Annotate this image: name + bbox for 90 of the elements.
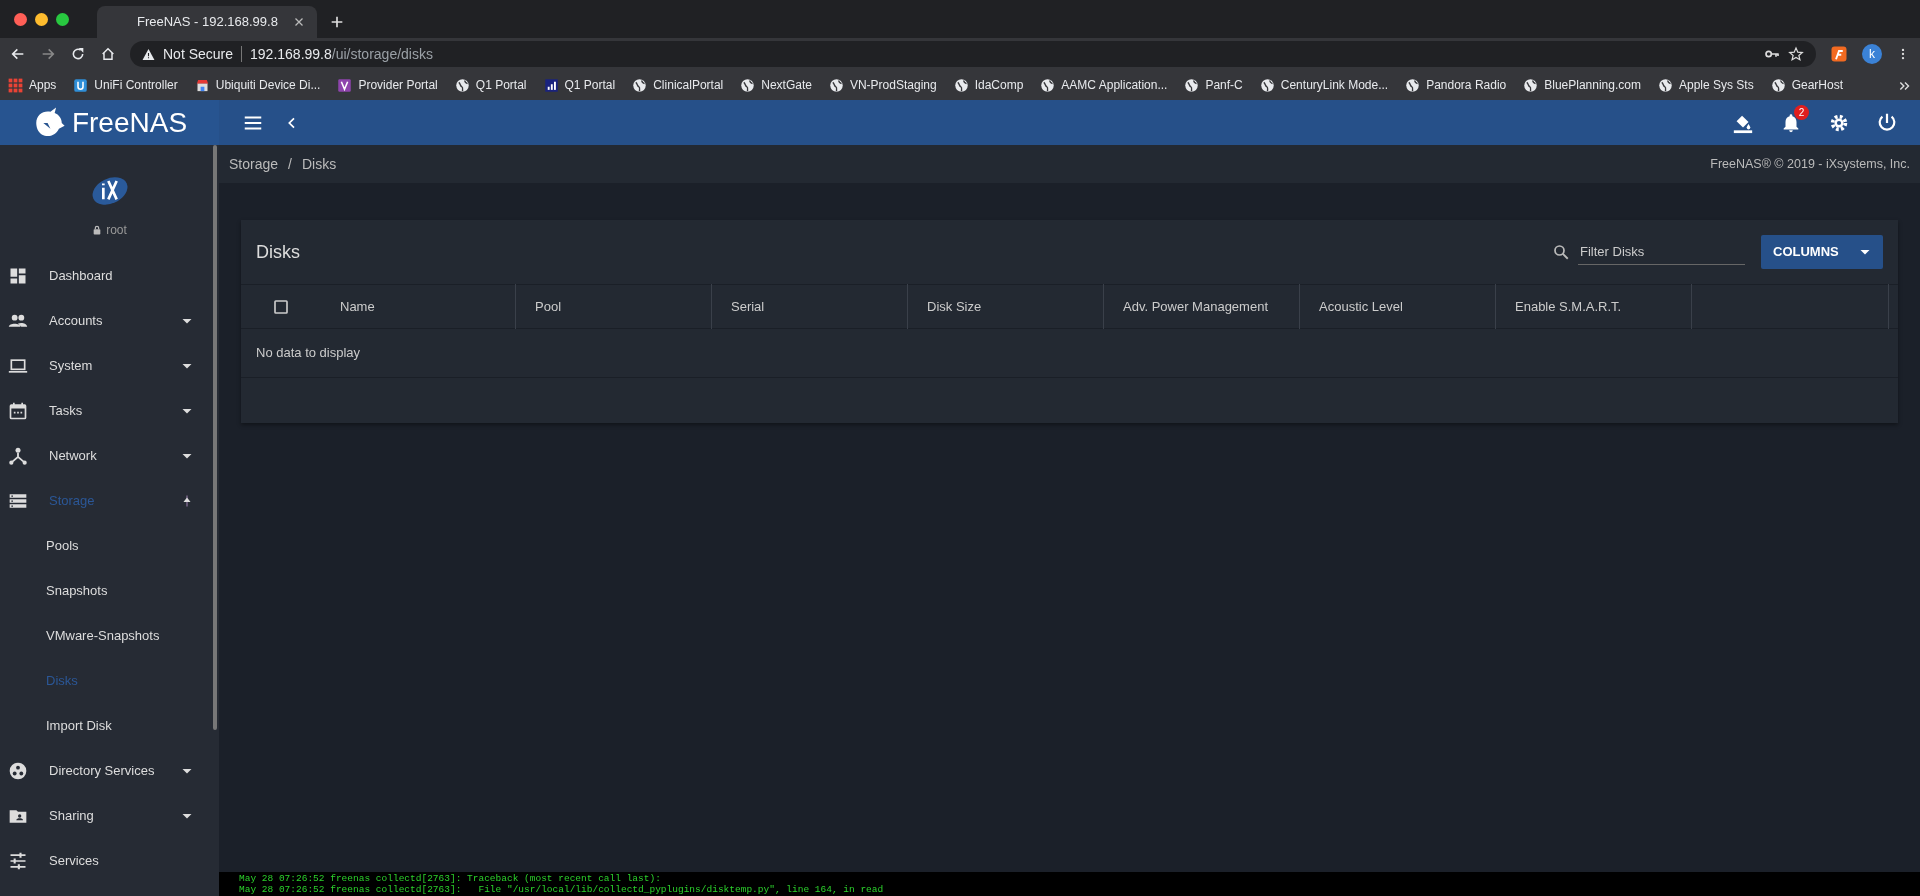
bookmark-link[interactable]: IdaComp [953,76,1024,94]
browser-tab[interactable]: FreeNAS - 192.168.99.8 [97,6,317,38]
home-icon[interactable] [100,46,116,62]
breadcrumb-separator: / [288,154,292,174]
window-minimize-button[interactable] [35,12,48,26]
u-logo-icon [73,77,89,93]
globe-icon [1770,77,1786,93]
search-icon [1552,243,1570,261]
url-text: 192.168.99.8/ui/storage/disks [250,44,433,64]
forward-icon[interactable] [40,46,56,62]
bookmark-link[interactable]: CenturyLink Mode... [1259,76,1389,94]
address-bar[interactable]: Not Secure 192.168.99.8/ui/storage/disks [130,41,1816,67]
sidebar-item[interactable]: Sharing [0,793,205,838]
sliders-icon [8,850,28,871]
username: root [106,222,127,239]
sidebar-item[interactable]: Accounts [0,298,205,343]
bookmark-link[interactable]: UniFi Controller [73,76,178,94]
apps-grid-icon [8,77,23,93]
bookmark-link[interactable]: GearHost [1770,76,1844,94]
filter-field[interactable]: Filter Disks [1578,239,1745,265]
bookmark-link[interactable]: Apps [8,76,57,94]
globe-icon [1657,77,1673,93]
store-icon [194,77,210,93]
globe-icon [1259,77,1275,93]
close-icon[interactable] [293,16,305,28]
column-header[interactable]: Name [321,284,516,329]
lock-icon [92,225,103,235]
warning-icon [142,47,155,61]
tab-title: FreeNAS - 192.168.99.8 [137,13,278,32]
globe-icon [953,77,969,93]
sidebar-item[interactable]: Directory Services [0,748,205,793]
globe-icon [828,77,844,93]
bookmark-link[interactable]: AAMC Application... [1040,76,1168,94]
profile-avatar[interactable]: k [1862,44,1882,64]
back-icon[interactable] [10,46,26,62]
bookmark-link[interactable]: BluePlanning.com [1523,76,1641,94]
bookmark-link[interactable]: Q1 Portal [543,76,616,94]
column-header[interactable]: Enable S.M.A.R.T. [1496,284,1692,329]
security-label: Not Secure [163,44,234,64]
window-maximize-button[interactable] [56,12,69,26]
new-tab-icon[interactable] [329,14,345,30]
window-close-button[interactable] [14,12,27,26]
globe-icon [740,77,756,93]
column-header[interactable]: Adv. Power Management [1104,284,1300,329]
bookmark-link[interactable]: NextGate [740,76,812,94]
bookmark-link[interactable]: Ubiquiti Device Di... [194,76,321,94]
calendar-icon [8,400,28,421]
extension-icon[interactable] [1830,45,1848,63]
sidebar-item[interactable]: System [0,343,205,388]
globe-icon [1523,77,1539,93]
globe-icon [1405,77,1421,93]
star-icon[interactable] [1788,46,1804,62]
sidebar-item[interactable]: Network [0,433,205,478]
network-icon [8,445,28,466]
reload-icon[interactable] [70,46,86,62]
bookmark-link[interactable]: Apple Sys Sts [1657,76,1754,94]
columns-button[interactable]: COLUMNS [1761,235,1883,269]
column-header[interactable]: Serial [712,284,908,329]
sidebar-subitem[interactable]: VMware-Snapshots [0,613,205,658]
logo-text: FreeNAS [71,105,188,140]
console-output: May 28 07:26:52 freenas collectd[2763]: Traceback (most recent call last): May 28 07:26:52 freenas collectd[2763]: File "/usr/local/lib/collectd_pyplugins/disktemp.py", line 164, in read [219,872,1920,896]
sidebar-item[interactable]: Services [0,838,205,883]
empty-message: No data to display [256,344,361,363]
power-icon[interactable] [1876,111,1898,134]
sidebar-item[interactable]: Tasks [0,388,205,433]
globe-icon [1184,77,1200,93]
column-header[interactable]: Acoustic Level [1300,284,1496,329]
breadcrumb-link[interactable]: Storage [229,153,279,175]
copyright-text: FreeNAS® © 2019 - iXsystems, Inc. [1710,155,1910,173]
sidebar-item[interactable]: Dashboard [0,253,205,298]
globe-icon [632,77,648,93]
column-header[interactable]: Pool [516,284,712,329]
bookmark-link[interactable]: VN-ProdStaging [828,76,937,94]
notification-count: 2 [1794,104,1809,120]
bookmark-link[interactable]: ClinicalPortal [632,76,724,94]
circle-dots-icon [8,760,28,781]
sidebar-subitem[interactable]: Snapshots [0,568,205,613]
bookmark-link[interactable]: Panf-C [1184,76,1243,94]
column-header[interactable]: Disk Size [908,284,1104,329]
sidebar-subitem[interactable]: Pools [0,523,205,568]
bookmark-link[interactable]: Provider Portal [337,76,438,94]
bookmark-link[interactable]: Q1 Portal [454,76,527,94]
globe-icon [454,77,470,93]
bookmark-link[interactable]: Pandora Radio [1405,76,1507,94]
v-logo-icon [337,77,353,93]
sidebar-subitem[interactable]: Import Disk [0,703,205,748]
globe-icon [1040,77,1056,93]
checkbox-icon[interactable] [272,297,290,316]
card-title: Disks [256,240,300,264]
bar-chart-icon [543,77,559,93]
